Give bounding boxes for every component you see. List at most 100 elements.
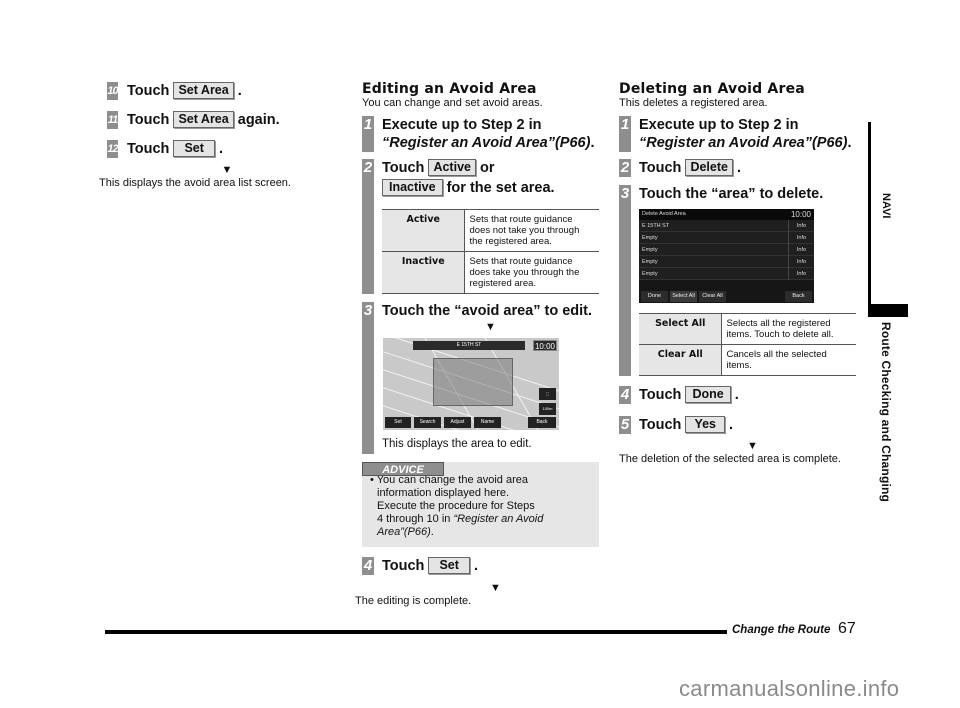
step-text: Touch bbox=[382, 160, 425, 176]
list-item-name: Empty bbox=[642, 235, 658, 241]
section-intro: You can change and set avoid areas. bbox=[362, 97, 543, 109]
option-desc: Sets that route guidance does take you t… bbox=[464, 251, 599, 294]
clear-all-button[interactable]: Clear All bbox=[699, 291, 726, 302]
step-suffix: . bbox=[473, 558, 478, 574]
delete-step-3: 3 Touch the “area” to delete. Delete Avo… bbox=[619, 185, 856, 376]
step-number: 11 bbox=[107, 111, 118, 129]
page-number: 67 bbox=[838, 620, 856, 637]
map-back-button[interactable]: Back bbox=[528, 417, 556, 428]
options-table: Select All Selects all the registered it… bbox=[639, 313, 856, 376]
info-button[interactable]: Info bbox=[788, 244, 814, 256]
list-item-name: Empty bbox=[642, 271, 658, 277]
step-text: or bbox=[480, 160, 495, 176]
edit-step-3: 3 Touch the “avoid area” to edit. ▼ E 15… bbox=[362, 302, 599, 454]
side-tab-marker bbox=[868, 304, 908, 317]
edit-step-4: 4 Touch Set . bbox=[362, 557, 599, 575]
advice-box: ADVICE • You can change the avoid area i… bbox=[362, 462, 599, 547]
step-number: 10 bbox=[107, 82, 119, 100]
step-number: 2 bbox=[362, 159, 374, 294]
page-reference-link[interactable]: “Register an Avoid Area”(P66) bbox=[382, 135, 590, 151]
step-text: Touch bbox=[639, 160, 682, 176]
table-row: Inactive Sets that route guidance does t… bbox=[382, 251, 599, 294]
step-number: 12 bbox=[107, 140, 119, 158]
section-intro: This deletes a registered area. bbox=[619, 97, 768, 109]
info-button[interactable]: Info bbox=[788, 220, 814, 232]
side-tab-chapter: Route Checking and Changing bbox=[879, 322, 893, 503]
map-screen: E 15TH ST 10:00 ⬚ 100m Set Search Adjust… bbox=[383, 338, 559, 430]
yes-button[interactable]: Yes bbox=[685, 416, 726, 433]
down-arrow-icon: ▼ bbox=[747, 440, 758, 452]
down-arrow-icon: ▼ bbox=[485, 321, 496, 333]
set-button[interactable]: Set bbox=[428, 557, 470, 574]
result-text: This displays the avoid area list screen… bbox=[99, 177, 291, 189]
select-all-button[interactable]: Select All bbox=[670, 291, 697, 302]
active-button[interactable]: Active bbox=[428, 159, 476, 176]
map-scale-button[interactable]: 100m bbox=[539, 403, 556, 415]
done-button[interactable]: Done bbox=[641, 291, 668, 302]
step-text: Execute up to Step 2 in bbox=[639, 117, 799, 133]
option-key: Clear All bbox=[639, 344, 722, 376]
page-reference-link[interactable]: “Register an Avoid Area”(P66) bbox=[639, 135, 847, 151]
footer-title: Change the Route bbox=[732, 624, 831, 636]
step-text: Touch bbox=[127, 83, 170, 99]
step-text: Touch the “avoid area” to edit. bbox=[382, 303, 593, 319]
step-12: 12 Touch Set . bbox=[107, 140, 337, 158]
clock-display: 10:00 bbox=[790, 210, 811, 219]
result-text: The deletion of the selected area is com… bbox=[619, 453, 841, 465]
advice-text: information displayed here. bbox=[377, 487, 510, 499]
step-suffix: . bbox=[729, 417, 734, 433]
done-button[interactable]: Done bbox=[685, 386, 731, 403]
info-button[interactable]: Info bbox=[788, 268, 814, 280]
edit-step-2: 2 Touch Active or Inactive for the set a… bbox=[362, 159, 599, 294]
list-item[interactable]: E 15TH ST Info bbox=[639, 220, 814, 232]
list-item[interactable]: Empty Info bbox=[639, 268, 814, 280]
inactive-button[interactable]: Inactive bbox=[382, 179, 443, 196]
map-adjust-button[interactable]: Adjust bbox=[444, 417, 471, 428]
map-name-button[interactable]: Name bbox=[474, 417, 501, 428]
step-number: 4 bbox=[362, 557, 374, 575]
option-key: Inactive bbox=[382, 251, 465, 294]
down-arrow-icon: ▼ bbox=[490, 582, 501, 594]
street-name-bar: E 15TH ST bbox=[413, 341, 525, 350]
set-area-button[interactable]: Set Area bbox=[173, 82, 234, 99]
list-item[interactable]: Empty Info bbox=[639, 244, 814, 256]
step-text: Touch bbox=[639, 387, 682, 403]
table-row: Select All Selects all the registered it… bbox=[639, 313, 856, 345]
set-area-button[interactable]: Set Area bbox=[173, 111, 234, 128]
editing-section: Editing an Avoid Area You can change and… bbox=[355, 81, 599, 608]
back-button[interactable]: Back bbox=[785, 291, 812, 302]
delete-button[interactable]: Delete bbox=[685, 159, 733, 176]
step-text: Touch bbox=[382, 558, 425, 574]
step-suffix: again. bbox=[237, 112, 280, 128]
delete-step-4: 4 Touch Done . bbox=[619, 386, 856, 404]
delete-step-1: 1 Execute up to Step 2 in “Register an A… bbox=[619, 116, 856, 152]
info-button[interactable]: Info bbox=[788, 256, 814, 268]
step-11: 11 Touch Set Area again. bbox=[107, 111, 337, 129]
list-item-name: Empty bbox=[642, 247, 658, 253]
list-item[interactable]: Empty Info bbox=[639, 256, 814, 268]
map-set-button[interactable]: Set bbox=[385, 417, 411, 428]
step-text: Touch bbox=[639, 417, 682, 433]
map-search-button[interactable]: Search bbox=[414, 417, 441, 428]
result-text: This displays the area to edit. bbox=[382, 438, 532, 450]
list-item-name: E 15TH ST bbox=[642, 223, 670, 229]
step-suffix: . bbox=[590, 135, 595, 151]
list-footer: Done Select All Clear All Back bbox=[639, 290, 814, 303]
delete-step-2: 2 Touch Delete . bbox=[619, 159, 856, 177]
step-suffix: . bbox=[218, 141, 223, 157]
section-title: Editing an Avoid Area bbox=[362, 81, 537, 97]
step-suffix: . bbox=[237, 83, 242, 99]
step-number: 3 bbox=[362, 302, 374, 454]
option-desc: Sets that route guidance does not take y… bbox=[464, 209, 599, 252]
step-text: Touch bbox=[127, 141, 170, 157]
list-item[interactable]: Empty Info bbox=[639, 232, 814, 244]
option-desc: Selects all the registered items. Touch … bbox=[721, 313, 856, 345]
avoid-area-region[interactable] bbox=[433, 358, 513, 406]
set-button[interactable]: Set bbox=[173, 140, 215, 157]
step-number: 2 bbox=[619, 159, 631, 177]
map-orientation-button[interactable]: ⬚ bbox=[539, 388, 556, 400]
step-suffix: . bbox=[847, 135, 852, 151]
option-key: Active bbox=[382, 209, 465, 252]
info-button[interactable]: Info bbox=[788, 232, 814, 244]
left-column: 10 Touch Set Area . 11 Touch Set Area ag… bbox=[99, 82, 337, 190]
